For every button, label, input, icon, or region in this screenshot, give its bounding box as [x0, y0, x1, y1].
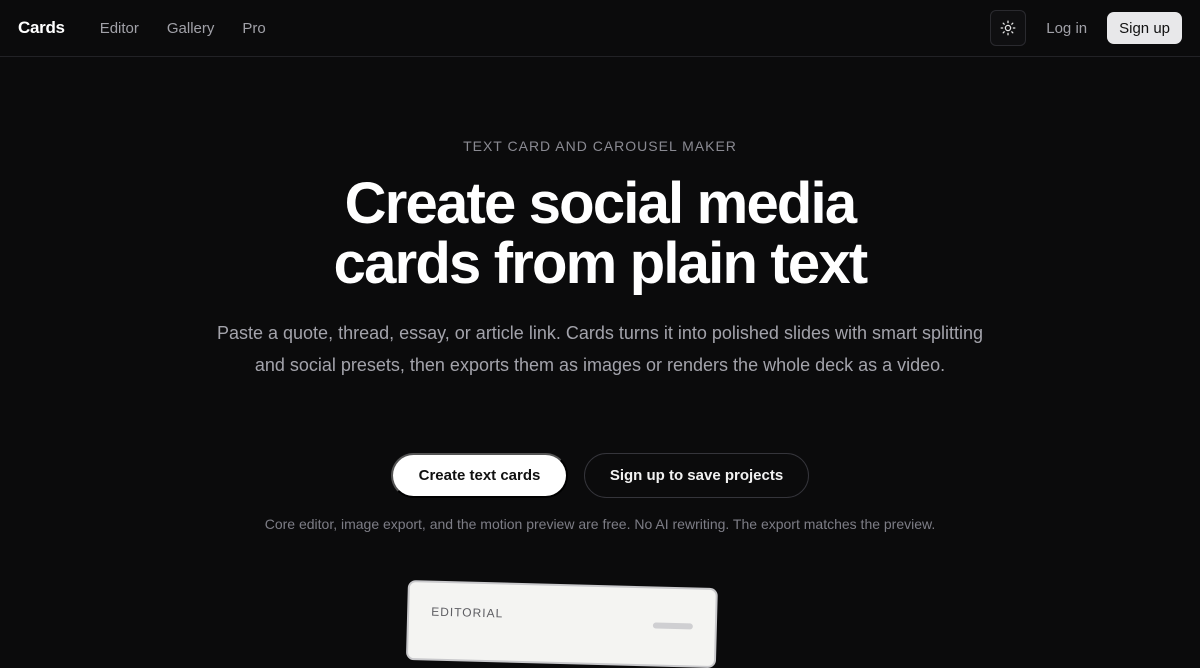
hero-subtext: Paste a quote, thread, essay, or article… — [216, 323, 984, 375]
cta-row: Create text cards Sign up to save projec… — [0, 453, 1200, 498]
hero-eyebrow: TEXT CARD AND CAROUSEL MAKER — [463, 138, 737, 154]
nav-link-gallery[interactable]: Gallery — [167, 20, 215, 37]
preview-card-label: EDITORIAL — [430, 604, 504, 621]
nav-link-pro[interactable]: Pro — [242, 20, 265, 37]
hero-headline: Create social media cards from plain tex… — [0, 174, 1200, 294]
headline-line-2: cards from plain text — [333, 231, 868, 296]
preview-card: EDITORIAL — [405, 580, 718, 668]
nav-link-editor[interactable]: Editor — [100, 20, 139, 37]
signup-button[interactable]: Sign up — [1107, 12, 1182, 44]
create-text-cards-button[interactable]: Create text cards — [391, 453, 568, 498]
headline-line-1: Create social media — [344, 171, 857, 236]
signup-save-projects-button[interactable]: Sign up to save projects — [584, 453, 809, 498]
brand-logo[interactable]: Cards — [18, 18, 65, 38]
sun-icon — [1000, 20, 1016, 36]
pricing-note: Core editor, image export, and the motio… — [264, 516, 936, 532]
nav-actions: Log in Sign up — [990, 10, 1182, 46]
top-nav: Cards Editor Gallery Pro Log in Sign up — [0, 0, 1200, 57]
login-link[interactable]: Log in — [1046, 20, 1087, 37]
theme-toggle-button[interactable] — [990, 10, 1027, 46]
preview-card-bar — [652, 622, 693, 630]
